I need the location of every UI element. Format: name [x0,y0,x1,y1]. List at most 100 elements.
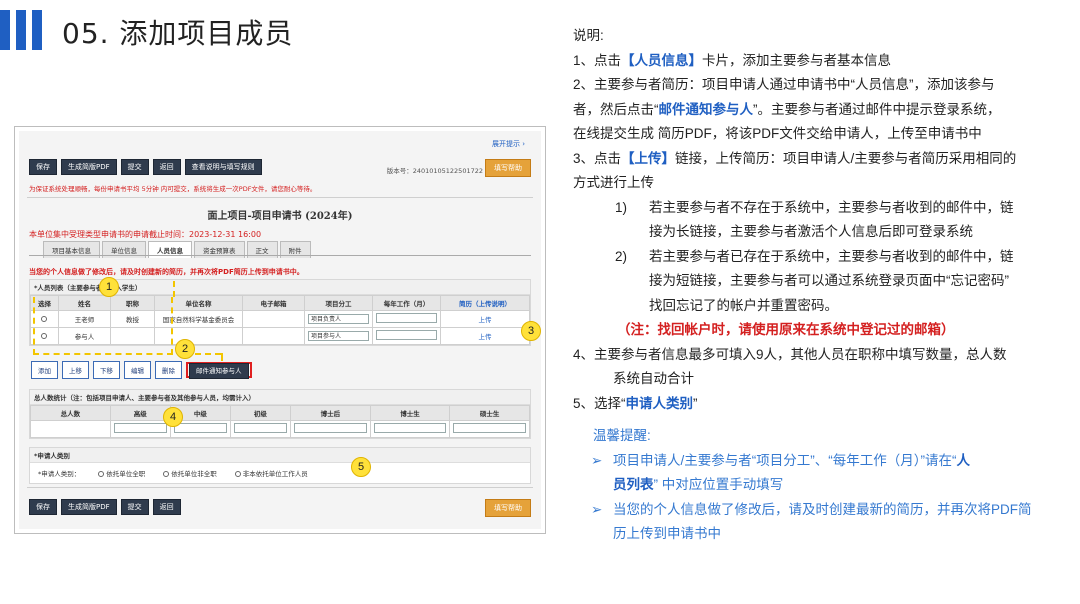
applicant-category-label: *申请人类别： [38,470,81,478]
radio-icon[interactable] [98,471,105,477]
col-cv: 简历（上传说明） [440,295,530,311]
back-button[interactable]: 返回 [152,159,181,175]
radio-icon[interactable] [163,471,170,477]
col-master: 硕士生 [449,405,530,421]
note-3-line-1: 3、点击【上传】链接，上传简历：项目申请人/主要参与者简历采用相同的 [573,150,1017,166]
edit-button[interactable]: 编辑 [124,361,151,379]
email-notify-participant-button[interactable]: 邮件通知参与人 [189,363,249,379]
step-marker-5: 5 [351,457,371,477]
guide-line-1b [173,281,175,297]
note-2-line-3: 在线提交生成 简历PDF，将该PDF文件交给申请人，上传至申请书中 [573,126,982,141]
guide-line-2b [221,353,223,361]
table-row [30,420,530,438]
move-up-button[interactable]: 上移 [62,361,89,379]
rules-button[interactable]: 查看说明与填写规则 [184,159,262,175]
slide-title: 05. 添加项目成员 [62,17,294,50]
mail-button-highlight: 邮件通知参与人 [186,362,252,379]
option-fulltime[interactable]: 依托单位全职 [98,468,145,478]
col-phd: 博士生 [369,405,451,421]
postdoc-input[interactable] [289,420,371,438]
phd-input[interactable] [369,420,451,438]
submit-button[interactable]: 提交 [120,159,149,175]
notes-heading: 说明: [573,28,604,43]
save-button[interactable]: 保存 [29,159,57,175]
help-button[interactable]: 填写帮助 [485,499,531,517]
upload-link[interactable]: 上传 [479,333,492,341]
note-3-line-2: 方式进行上传 [573,175,654,190]
save-button[interactable]: 保存 [29,499,57,515]
person-actions: 添加 上移 下移 编辑 删除 邮件通知参与人 [31,361,252,379]
cell-months[interactable] [372,310,441,328]
note-5: 5、选择“申请人类别” [573,395,698,411]
cell-months[interactable] [372,327,441,345]
headcount-table: 总人数 高级 中级 初级 博士后 博士生 硕士生 [30,405,530,438]
months-input[interactable] [376,330,437,340]
arrow-icon: ➢ [591,452,603,468]
arrow-icon: ➢ [591,501,603,517]
total-cell [30,420,111,438]
generate-pdf-button[interactable]: 生成简版PDF [61,499,117,515]
col-total: 总人数 [30,405,111,421]
title-bars-decoration [0,10,42,50]
submit-button[interactable]: 提交 [120,499,149,515]
cell-cv: 上传 [440,327,530,345]
add-person-button[interactable]: 添加 [31,361,58,379]
radio-icon[interactable] [234,471,241,477]
headcount-section: 总人数统计（注：包括项目申请人、主要参与者及其他参与人员，均需计入） 总人数 高… [29,389,531,439]
step-marker-3: 3 [521,321,541,341]
cell-cv: 上传 [440,310,530,328]
col-postdoc: 博士后 [289,405,371,421]
note-2-line-1: 2、主要参与者简历：项目申请人通过申请书中“人员信息”，添加该参与 [573,77,995,92]
note-3-sub-2: 2) 若主要参与者已存在于系统中，主要参与者收到的邮件中，链 接为短链接，主要参与… [615,248,1014,313]
reminder-2: ➢ 当您的个人信息做了修改后，请及时创建最新的简历，并再次将PDF简 历上传到申请… [573,498,1073,547]
note-4-line-1: 4、主要参与者信息最多可填入9人，其他人员在职称中填写数量，总人数 [573,346,1007,362]
top-toolbar: 保存 生成简版PDF 提交 返回 查看说明与填写规则 [29,159,262,175]
tab-underline [29,255,531,256]
help-button[interactable]: 填写帮助 [485,159,531,177]
cell-role[interactable]: 项目负责人 [304,310,373,328]
divider [27,197,533,198]
form-title: 面上项目-项目申请书 (2024年) [207,211,353,222]
note-2-line-2: 者，然后点击“邮件通知参与人”。主要参与者通过邮件中提示登录系统， [573,101,1001,117]
option-parttime[interactable]: 依托单位非全职 [163,468,217,478]
role-input[interactable]: 项目负责人 [308,314,369,324]
form-page: 展开提示 › 保存 生成简版PDF 提交 返回 查看说明与填写规则 版本号：24… [19,131,541,529]
move-down-button[interactable]: 下移 [93,361,120,379]
reminder-1: ➢ 项目申请人/主要参与者“项目分工”、“每年工作（月）”请在“人 员列表” 中… [573,449,1073,498]
reminder-title: 温馨提醒: [593,428,651,443]
cell-email [242,310,305,328]
guide-line-1 [33,297,173,355]
senior-input[interactable] [109,420,171,438]
recovery-note: （注：找回帐户时，请使用原来在系统中登记过的邮箱） [617,322,955,337]
application-form-screenshot: 展开提示 › 保存 生成简版PDF 提交 返回 查看说明与填写规则 版本号：24… [14,126,546,534]
cell-email [242,327,305,345]
instructions-panel: 说明: 1、点击【人员信息】卡片，添加主要参与者基本信息 2、主要参与者简历：项… [573,24,1073,547]
option-external[interactable]: 非本依托单位工作人员 [234,468,308,478]
months-input[interactable] [376,313,437,323]
back-button[interactable]: 返回 [152,499,181,515]
col-junior: 初级 [229,405,291,421]
role-input[interactable]: 项目参与人 [308,331,369,341]
col-senior: 高级 [109,405,171,421]
expand-tips-link[interactable]: 展开提示 › [492,139,525,149]
step-marker-2: 2 [175,339,195,359]
step-marker-4: 4 [163,407,183,427]
note-4-line-2: 系统自动合计 [613,371,694,386]
table-header-row: 总人数 高级 中级 初级 博士后 博士生 硕士生 [30,405,530,421]
delete-button[interactable]: 删除 [155,361,182,379]
upload-link[interactable]: 上传 [479,316,492,324]
deadline-text: 本单位集中受理类型申请书的申请截止时间：2023-12-31 16:00 [29,230,262,239]
note-1: 1、点击【人员信息】卡片，添加主要参与者基本信息 [573,52,892,68]
cell-role[interactable]: 项目参与人 [304,327,373,345]
generate-pdf-button[interactable]: 生成简版PDF [61,159,117,175]
col-role: 项目分工 [304,295,373,311]
note-3-sub-1: 1) 若主要参与者不存在于系统中，主要参与者收到的邮件中，链 接为长链接，主要参与… [615,199,1014,240]
version-number: 版本号：24010105122501722 [386,167,483,175]
applicant-category-section: *申请人类别 *申请人类别： 依托单位全职 依托单位非全职 非本依托单位工作人员 [29,447,531,484]
junior-input[interactable] [229,420,291,438]
col-email: 电子邮箱 [242,295,305,311]
divider [27,487,533,488]
master-input[interactable] [449,420,530,438]
step-marker-1: 1 [99,277,119,297]
bottom-toolbar: 保存 生成简版PDF 提交 返回 [29,499,181,515]
